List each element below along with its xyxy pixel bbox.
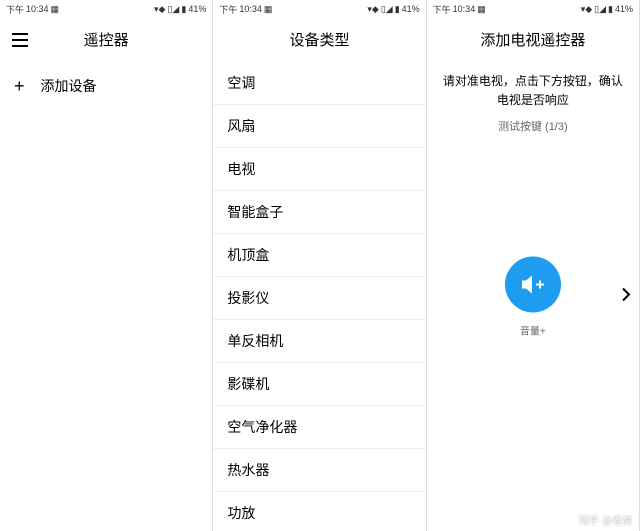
battery-icon: ▮ [181, 4, 186, 15]
device-type-list: 空调 风扇 电视 智能盒子 机顶盒 投影仪 单反相机 影碟机 空气净化器 热水器… [213, 62, 425, 531]
chevron-right-icon[interactable] [621, 285, 631, 308]
list-item[interactable]: 功放 [213, 492, 425, 531]
screen-add-tv-remote: 下午10:34 ▦ ▾◆ ▯◢ ▮ 41% 添加电视遥控器 请对准电视，点击下方… [427, 0, 640, 531]
battery-pct: 41% [615, 4, 633, 14]
time: 10:34 [26, 4, 49, 14]
page-title: 设备类型 [213, 29, 425, 50]
time-prefix: 下午 [219, 3, 237, 16]
app-header: 遥控器 [0, 18, 212, 62]
list-item[interactable]: 风扇 [213, 105, 425, 148]
test-counter: 测试按键 (1/3) [498, 118, 568, 134]
wifi-icon: ▾◆ [367, 4, 378, 15]
add-device-row[interactable]: + 添加设备 [0, 62, 212, 110]
volume-plus-icon [518, 269, 548, 299]
test-remote-body: 请对准电视，点击下方按钮，确认电视是否响应 测试按键 (1/3) 音量+ [427, 62, 639, 531]
volume-label: 音量+ [520, 322, 546, 337]
time: 10:34 [453, 4, 476, 14]
screen-remote-home: 下午10:34 ▦ ▾◆ ▯◢ ▮ 41% 遥控器 + 添加设备 [0, 0, 213, 531]
app-header: 添加电视遥控器 [427, 18, 639, 62]
status-bar: 下午10:34 ▦ ▾◆ ▯◢ ▮ 41% [0, 0, 212, 18]
status-icon: ▦ [477, 4, 486, 15]
battery-icon: ▮ [608, 4, 613, 15]
time: 10:34 [239, 4, 262, 14]
list-item[interactable]: 影碟机 [213, 363, 425, 406]
battery-pct: 41% [402, 4, 420, 14]
screen-device-type: 下午10:34 ▦ ▾◆ ▯◢ ▮ 41% 设备类型 空调 风扇 电视 智能盒子… [213, 0, 426, 531]
battery-icon: ▮ [395, 4, 400, 15]
status-bar: 下午10:34 ▦ ▾◆ ▯◢ ▮ 41% [427, 0, 639, 18]
battery-pct: 41% [188, 4, 206, 14]
list-item[interactable]: 投影仪 [213, 277, 425, 320]
time-prefix: 下午 [433, 3, 451, 16]
add-device-label: 添加设备 [41, 76, 97, 96]
signal-icon: ▯◢ [381, 4, 393, 15]
page-title: 添加电视遥控器 [427, 29, 639, 50]
signal-icon: ▯◢ [167, 4, 179, 15]
list-item[interactable]: 机顶盒 [213, 234, 425, 277]
menu-icon[interactable] [12, 30, 32, 50]
list-item[interactable]: 电视 [213, 148, 425, 191]
instruction-text: 请对准电视，点击下方按钮，确认电视是否响应 [441, 72, 625, 110]
watermark: 知乎 @老胡 [579, 512, 632, 527]
volume-up-button[interactable] [505, 256, 561, 312]
signal-icon: ▯◢ [594, 4, 606, 15]
status-bar: 下午10:34 ▦ ▾◆ ▯◢ ▮ 41% [213, 0, 425, 18]
app-header: 设备类型 [213, 18, 425, 62]
list-item[interactable]: 单反相机 [213, 320, 425, 363]
wifi-icon: ▾◆ [154, 4, 165, 15]
list-item[interactable]: 空调 [213, 62, 425, 105]
volume-button-wrap: 音量+ [505, 256, 561, 337]
plus-icon: + [14, 77, 25, 95]
list-item[interactable]: 智能盒子 [213, 191, 425, 234]
status-icon: ▦ [264, 4, 273, 15]
list-item[interactable]: 热水器 [213, 449, 425, 492]
wifi-icon: ▾◆ [581, 4, 592, 15]
list-item[interactable]: 空气净化器 [213, 406, 425, 449]
status-icon: ▦ [51, 4, 60, 15]
time-prefix: 下午 [6, 3, 24, 16]
